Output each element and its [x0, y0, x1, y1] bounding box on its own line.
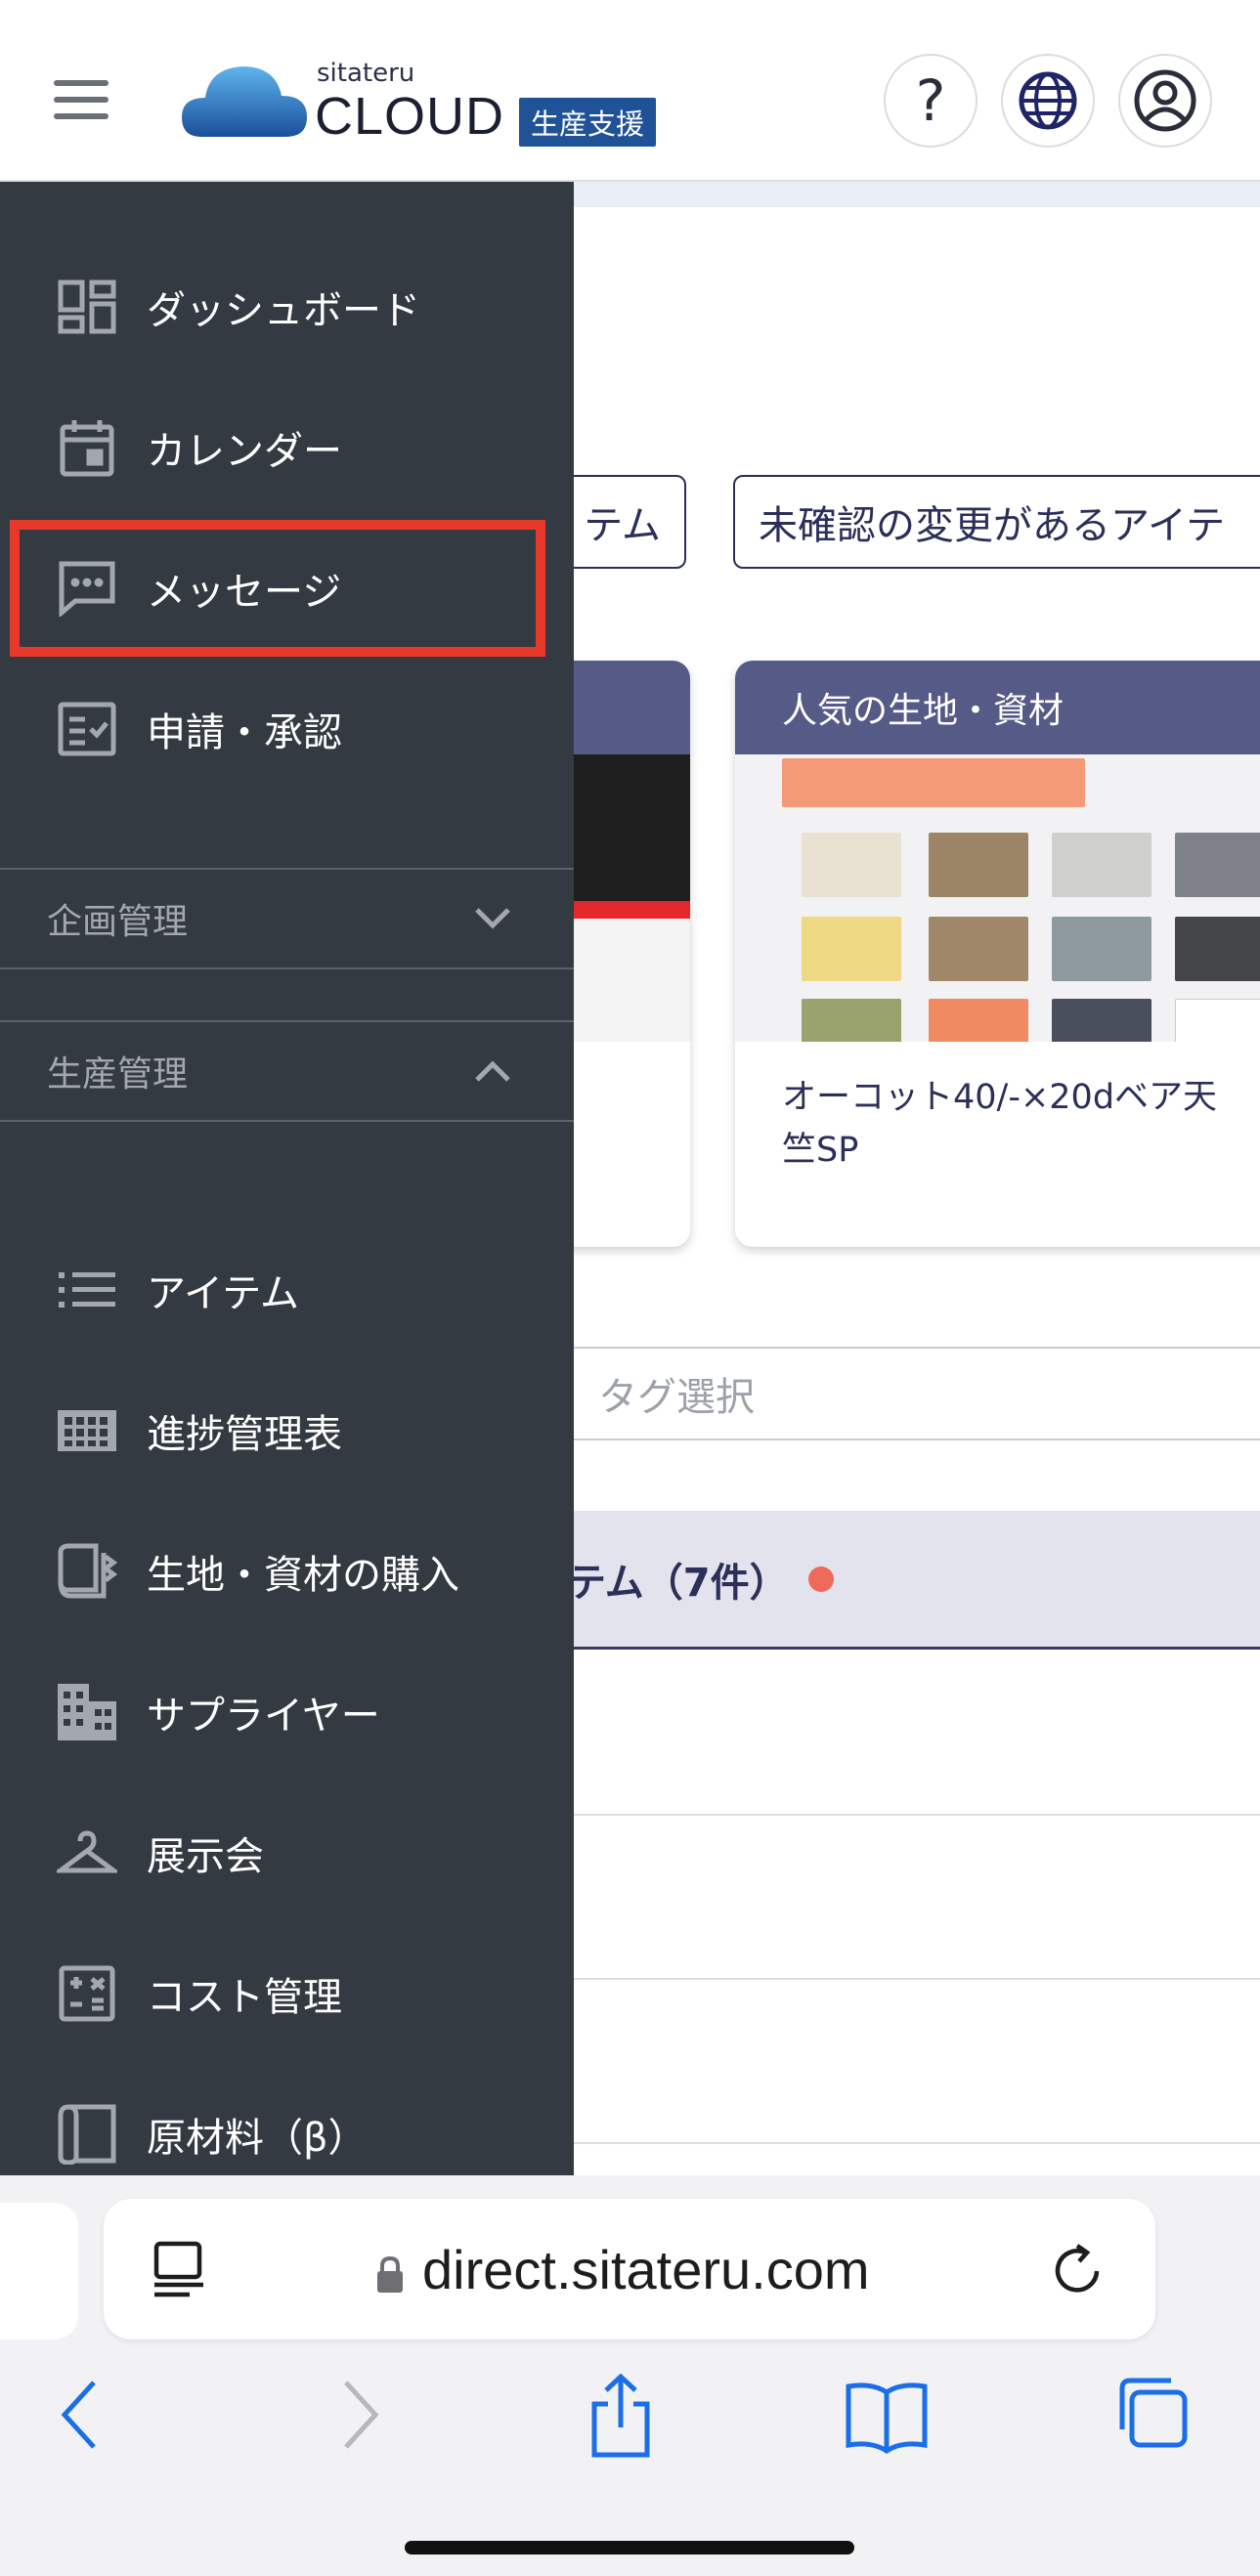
nav-item-label: 申請・承認 — [147, 710, 342, 755]
section-title: テム（7件） — [567, 1560, 789, 1606]
chevron-down-icon — [475, 908, 510, 929]
nav-item-suppliers[interactable]: サプライヤー — [0, 1644, 574, 1781]
browser-toolbar: direct.sitateru.com — [0, 2175, 1260, 2576]
nav-item-dashboard[interactable]: ダッシュボード — [0, 238, 574, 375]
chevron-up-icon — [475, 1060, 510, 1082]
row-divider — [489, 1978, 1260, 1980]
grid-table-icon — [57, 1400, 117, 1461]
calendar-icon — [57, 417, 117, 478]
nav-item-cost-management[interactable]: コスト管理 — [0, 1925, 574, 2062]
side-navigation: ダッシュボード カレンダー メッセージ 申請・承認 企画管理 生産管理 アイテム… — [0, 182, 574, 2175]
logo-badge: 生産支援 — [519, 98, 657, 147]
card-header: 人気の生地・資材 — [735, 661, 1260, 754]
question-icon: ? — [915, 67, 946, 134]
material-roll-icon — [57, 2104, 117, 2165]
highlight-box — [10, 520, 545, 657]
back-arrow-icon[interactable] — [39, 2371, 127, 2459]
nav-item-label: サプライヤー — [147, 1694, 380, 1739]
previous-tab-preview[interactable] — [0, 2203, 78, 2340]
forward-arrow-icon[interactable] — [313, 2371, 401, 2459]
filter-chip-unconfirmed[interactable]: 未確認の変更があるアイテ — [733, 475, 1260, 569]
bookmarks-icon[interactable] — [843, 2371, 931, 2459]
cloud-logo-icon — [182, 66, 307, 137]
url-text: direct.sitateru.com — [422, 2239, 870, 2300]
group-label: 生産管理 — [47, 1054, 189, 1095]
nav-item-exhibitions[interactable]: 展示会 — [0, 1784, 574, 1921]
nav-item-label: ダッシュボード — [147, 288, 420, 333]
nav-item-label: 生地・資材の購入 — [147, 1553, 459, 1598]
nav-item-label: コスト管理 — [147, 1975, 342, 2020]
nav-item-label: カレンダー — [147, 429, 342, 474]
hamburger-menu-icon[interactable] — [54, 80, 109, 119]
language-button[interactable] — [1001, 54, 1095, 148]
building-icon — [57, 1682, 117, 1742]
address-bar[interactable]: direct.sitateru.com — [104, 2199, 1155, 2340]
user-avatar-icon — [1134, 69, 1196, 132]
tag-select-input[interactable]: タグ選択 — [489, 1347, 1260, 1440]
nav-item-progress-table[interactable]: 進捗管理表 — [0, 1362, 574, 1499]
share-icon[interactable] — [577, 2371, 665, 2459]
fabric-purchase-icon — [57, 1541, 117, 1602]
list-icon — [57, 1260, 117, 1320]
unread-dot-icon — [807, 1566, 834, 1592]
group-production-management[interactable]: 生産管理 — [0, 1020, 574, 1122]
lock-icon — [377, 2255, 403, 2293]
dashboard-icon — [57, 277, 117, 337]
nav-item-label: 展示会 — [147, 1834, 264, 1879]
help-button[interactable]: ? — [884, 54, 978, 148]
nav-item-approvals[interactable]: 申請・承認 — [0, 661, 574, 797]
items-section-header: テム（7件） — [489, 1511, 1260, 1650]
row-divider — [489, 2142, 1260, 2144]
nav-item-calendar[interactable]: カレンダー — [0, 379, 574, 516]
row-divider — [489, 1814, 1260, 1816]
account-button[interactable] — [1118, 54, 1212, 148]
sitateru-cloud-logo[interactable]: sitateru CLOUD 生産支援 — [182, 59, 671, 147]
nav-item-items[interactable]: アイテム — [0, 1222, 574, 1358]
group-label: 企画管理 — [47, 902, 189, 942]
nav-item-label: アイテム — [147, 1271, 299, 1316]
logo-main-text: CLOUD — [315, 87, 505, 146]
hanger-icon — [57, 1823, 117, 1883]
approval-icon — [57, 699, 117, 759]
logo-small-text: sitateru — [317, 59, 415, 88]
nav-item-label: 原材料（β） — [147, 2116, 368, 2161]
globe-icon — [1019, 71, 1077, 130]
reload-icon[interactable] — [1050, 2242, 1108, 2300]
home-indicator[interactable] — [405, 2541, 854, 2555]
reader-mode-icon[interactable] — [151, 2240, 207, 2298]
tabs-icon[interactable] — [1110, 2371, 1198, 2459]
popular-material-card[interactable]: 人気の生地・資材 オーコット40/-×20dベア天竺SP — [735, 661, 1260, 1247]
fabric-swatch-image — [735, 754, 1260, 1042]
app-header: sitateru CLOUD 生産支援 ? — [0, 0, 1260, 182]
nav-item-fabric-purchase[interactable]: 生地・資材の購入 — [0, 1503, 574, 1640]
card-title: オーコット40/-×20dベア天竺SP — [782, 1078, 1218, 1170]
group-planning-management[interactable]: 企画管理 — [0, 868, 574, 969]
calculator-icon — [57, 1963, 117, 2024]
nav-item-label: 進捗管理表 — [147, 1412, 342, 1457]
